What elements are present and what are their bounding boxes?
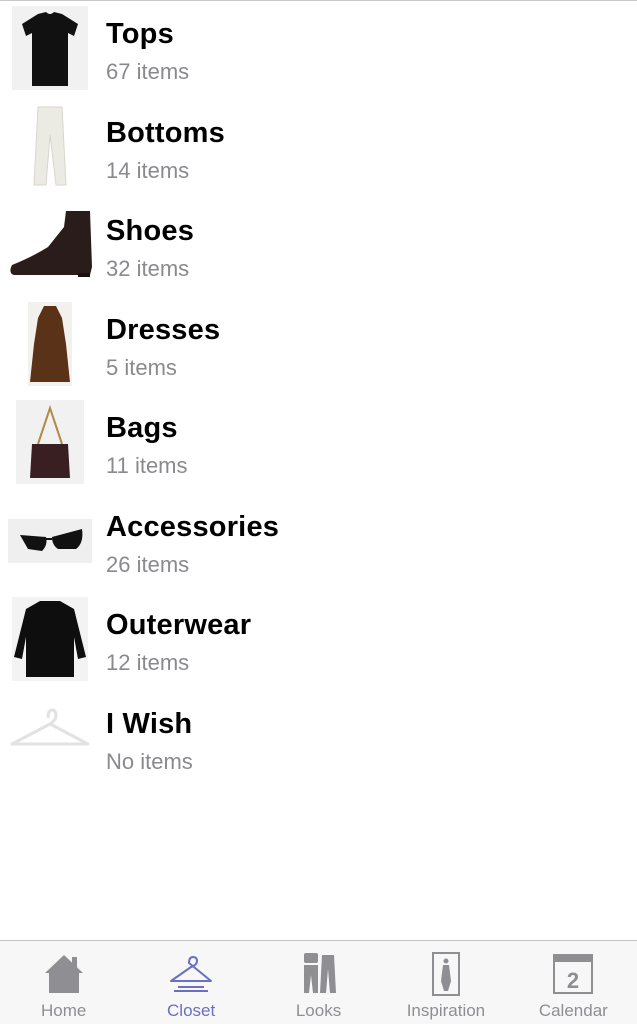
- category-title: Bags: [106, 412, 178, 444]
- category-row-accessories[interactable]: Accessories 26 items: [0, 493, 637, 592]
- bag-icon: [8, 400, 92, 484]
- inspiration-icon: [431, 952, 460, 996]
- category-row-outerwear[interactable]: Outerwear 12 items: [0, 591, 637, 690]
- category-row-bottoms[interactable]: Bottoms 14 items: [0, 99, 637, 198]
- tab-calendar[interactable]: 2 Calendar: [510, 941, 637, 1024]
- category-title: Accessories: [106, 510, 280, 543]
- tab-closet[interactable]: Closet: [127, 941, 254, 1024]
- hanger-icon: [170, 956, 213, 992]
- tab-label: Calendar: [538, 1001, 608, 1020]
- category-title: Dresses: [106, 313, 221, 346]
- tab-inspiration[interactable]: Inspiration: [382, 941, 509, 1024]
- tab-label: Closet: [167, 1001, 216, 1020]
- calendar-badge: 2: [567, 968, 579, 993]
- category-row-shoes[interactable]: Shoes 32 items: [0, 197, 637, 296]
- dress-icon: [8, 301, 92, 386]
- category-list: Tops 67 items Bottoms 14 items Shoes 32 …: [0, 0, 637, 788]
- category-count: 11 items: [106, 453, 188, 478]
- tab-label: Inspiration: [406, 1001, 486, 1020]
- category-count: 12 items: [106, 650, 190, 675]
- sunglasses-icon: [8, 499, 92, 583]
- category-count: 5 items: [106, 354, 177, 380]
- tab-label: Looks: [295, 1001, 342, 1020]
- category-title: Outerwear: [106, 609, 252, 641]
- category-row-bags[interactable]: Bags 11 items: [0, 394, 637, 493]
- category-row-i-wish[interactable]: I Wish No items: [0, 690, 637, 789]
- calendar-icon: 2: [553, 954, 594, 994]
- category-count: 67 items: [106, 59, 190, 84]
- category-title: I Wish: [106, 707, 193, 740]
- category-title: Tops: [106, 18, 174, 50]
- boot-icon: [8, 203, 92, 287]
- category-title: Bottoms: [106, 116, 226, 149]
- tab-label: Home: [41, 1001, 87, 1020]
- pants-icon: [8, 105, 92, 189]
- tshirt-icon: [8, 6, 92, 90]
- tab-looks[interactable]: Looks: [255, 941, 382, 1024]
- home-icon: [44, 955, 83, 993]
- coat-icon: [8, 597, 92, 681]
- category-title: Shoes: [106, 215, 195, 247]
- hanger-icon: [8, 696, 92, 780]
- category-count: No items: [106, 748, 193, 774]
- category-row-dresses[interactable]: Dresses 5 items: [0, 296, 637, 395]
- category-count: 32 items: [106, 256, 190, 281]
- category-row-tops[interactable]: Tops 67 items: [0, 0, 637, 99]
- looks-icon: [303, 953, 336, 993]
- category-count: 14 items: [106, 157, 190, 183]
- tab-home[interactable]: Home: [0, 941, 127, 1024]
- category-count: 26 items: [106, 551, 190, 577]
- tab-bar: Home Closet Looks Inspiration 2 Calendar: [0, 940, 637, 1024]
